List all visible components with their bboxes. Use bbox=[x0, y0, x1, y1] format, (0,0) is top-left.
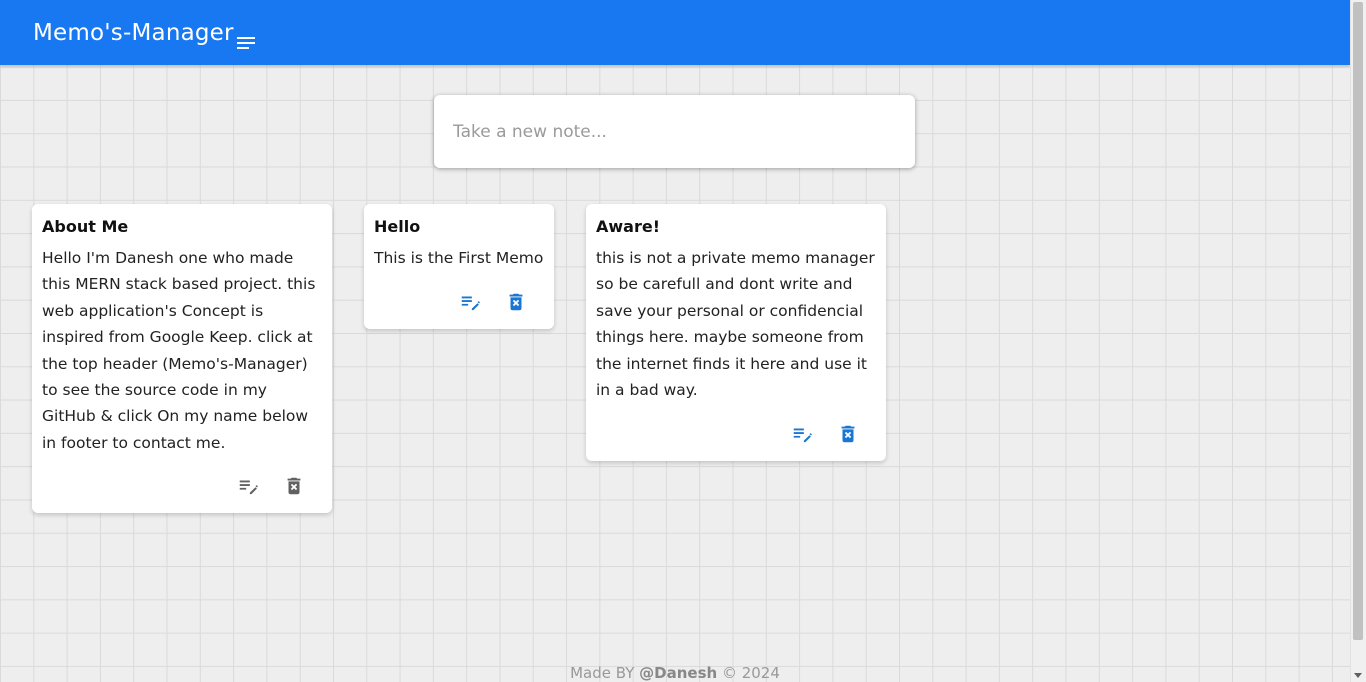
footer: Made BY @Danesh © 2024 bbox=[0, 664, 1350, 682]
app-header: Memo's-Manager bbox=[0, 0, 1350, 65]
note-content: this is not a private memo manager so be… bbox=[596, 249, 875, 400]
scrollbar-thumb[interactable] bbox=[1353, 2, 1363, 640]
note-content: This is the First Memo bbox=[374, 249, 544, 267]
brand-title: Memo's-Manager bbox=[33, 19, 234, 46]
note-card: Hello This is the First Memo bbox=[364, 204, 554, 329]
note-title: Aware! bbox=[596, 217, 660, 236]
scroll-down-arrow-icon[interactable] bbox=[1354, 673, 1362, 678]
footer-author-link[interactable]: @Danesh bbox=[639, 664, 717, 682]
new-note-composer[interactable] bbox=[434, 95, 915, 168]
edit-note-icon[interactable] bbox=[237, 475, 259, 497]
note-actions bbox=[791, 423, 859, 445]
edit-note-icon[interactable] bbox=[459, 291, 481, 313]
brand-link[interactable]: Memo's-Manager bbox=[33, 19, 255, 49]
new-note-input[interactable] bbox=[453, 121, 893, 142]
delete-forever-icon[interactable] bbox=[505, 291, 527, 313]
delete-forever-icon[interactable] bbox=[283, 475, 305, 497]
note-title: Hello bbox=[374, 217, 421, 236]
menu-lines-icon bbox=[236, 29, 255, 49]
delete-forever-icon[interactable] bbox=[837, 423, 859, 445]
vertical-scrollbar[interactable] bbox=[1350, 0, 1366, 682]
footer-prefix: Made BY bbox=[570, 664, 640, 682]
note-actions bbox=[237, 475, 305, 497]
note-card: About Me Hello I'm Danesh one who made t… bbox=[32, 204, 332, 513]
note-actions bbox=[459, 291, 527, 313]
footer-suffix: © 2024 bbox=[717, 664, 780, 682]
note-card: Aware! this is not a private memo manage… bbox=[586, 204, 886, 461]
note-title: About Me bbox=[42, 217, 129, 236]
edit-note-icon[interactable] bbox=[791, 423, 813, 445]
note-content: Hello I'm Danesh one who made this MERN … bbox=[42, 249, 316, 452]
